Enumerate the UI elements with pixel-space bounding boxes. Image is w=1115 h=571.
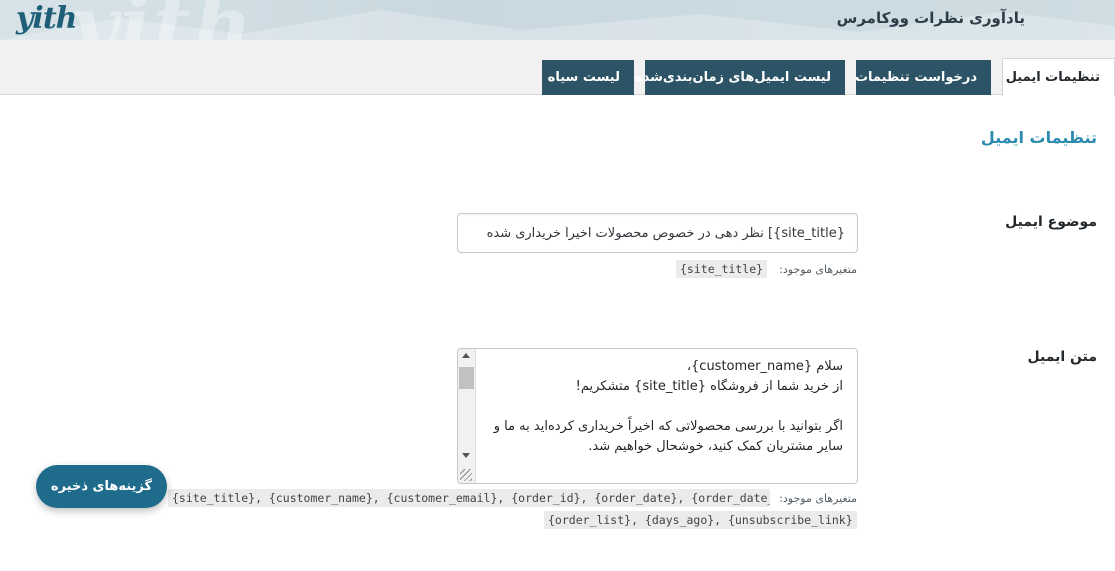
tab-scheduled-emails[interactable]: لیست ایمیل‌های زمان‌بندی‌شده xyxy=(635,60,845,95)
resize-handle-icon[interactable] xyxy=(460,469,472,481)
save-options-button[interactable]: گزینه‌های ذخیره xyxy=(36,465,167,508)
tab-request-settings[interactable]: درخواست تنظیمات xyxy=(855,60,991,95)
yith-logo: yith xyxy=(16,1,77,36)
header-watermark: yith xyxy=(70,0,254,40)
scroll-up-arrow-icon[interactable] xyxy=(462,353,470,358)
tab-blacklist[interactable]: لیست سیاه xyxy=(542,60,634,95)
body-vars-code-line1: {site_title}, {customer_name}, {customer… xyxy=(168,489,770,507)
textarea-scrollbar[interactable] xyxy=(458,349,476,483)
settings-tabs-bar: تنظیمات ایمیل درخواست تنظیمات لیست ایمیل… xyxy=(0,40,1115,96)
email-body-line xyxy=(481,397,843,417)
body-vars-code-line2: {order_list}, {days_ago}, {unsubscribe_l… xyxy=(544,511,857,529)
email-body-textarea[interactable]: سلام {customer_name}، از خرید شما از فرو… xyxy=(457,348,858,484)
email-body-line: سلام {customer_name}، xyxy=(686,359,843,374)
email-body-label: متن ایمیل xyxy=(1027,349,1097,365)
plugin-header: yith yith یادآوری نظرات ووکامرس xyxy=(0,0,1115,40)
tab-email-settings[interactable]: تنظیمات ایمیل xyxy=(1002,58,1115,96)
email-subject-input[interactable] xyxy=(457,213,858,253)
subject-vars-code: {site_title} xyxy=(676,260,768,278)
email-body-content: سلام {customer_name}، از خرید شما از فرو… xyxy=(481,357,843,457)
email-body-line: اگر بتوانید با بررسی محصولاتی که اخیراً … xyxy=(493,419,843,454)
scroll-down-arrow-icon[interactable] xyxy=(462,453,470,458)
body-vars-label: متغیرهای موجود: xyxy=(779,492,857,505)
scroll-thumb[interactable] xyxy=(459,367,474,389)
section-heading: تنظیمات ایمیل xyxy=(980,128,1097,147)
subject-vars-label: متغیرهای موجود: xyxy=(779,263,857,276)
email-body-line: از خرید شما از فروشگاه {site_title} متشک… xyxy=(575,379,843,394)
plugin-title: یادآوری نظرات ووکامرس xyxy=(836,9,1025,27)
email-subject-label: موضوع ایمیل xyxy=(1005,214,1097,230)
